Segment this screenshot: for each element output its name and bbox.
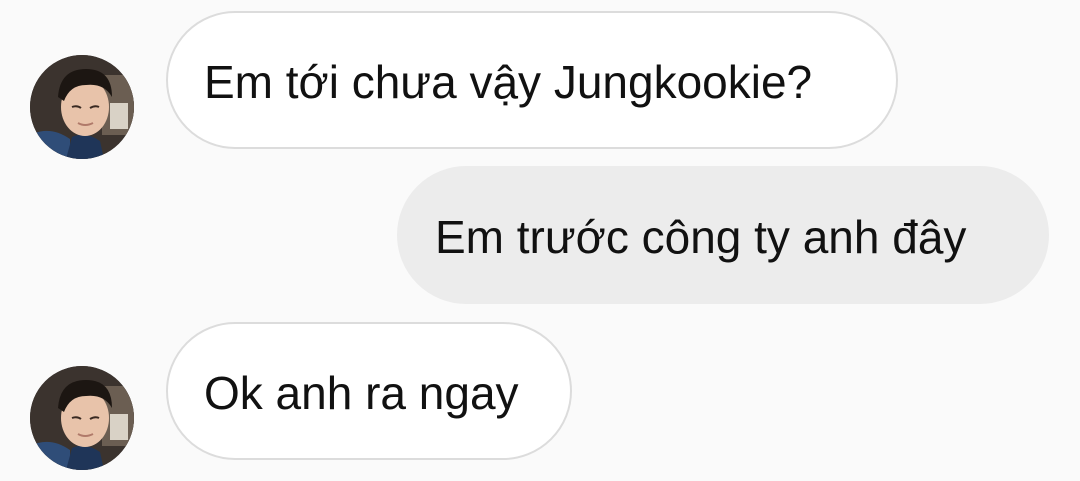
profile-photo-icon xyxy=(30,55,134,159)
message-text: Em tới chưa vậy Jungkookie? xyxy=(204,56,813,108)
profile-photo-icon xyxy=(30,366,134,470)
sender-avatar[interactable] xyxy=(30,366,134,470)
message-bubble-incoming[interactable]: Ok anh ra ngay xyxy=(166,322,572,460)
message-text: Em trước công ty anh đây xyxy=(435,211,967,263)
message-text: Ok anh ra ngay xyxy=(204,367,519,419)
sender-avatar[interactable] xyxy=(30,55,134,159)
message-bubble-outgoing[interactable]: Em trước công ty anh đây xyxy=(397,166,1049,304)
message-bubble-incoming[interactable]: Em tới chưa vậy Jungkookie? xyxy=(166,11,898,149)
chat-thread: Em tới chưa vậy Jungkookie? Em trước côn… xyxy=(0,0,1080,481)
